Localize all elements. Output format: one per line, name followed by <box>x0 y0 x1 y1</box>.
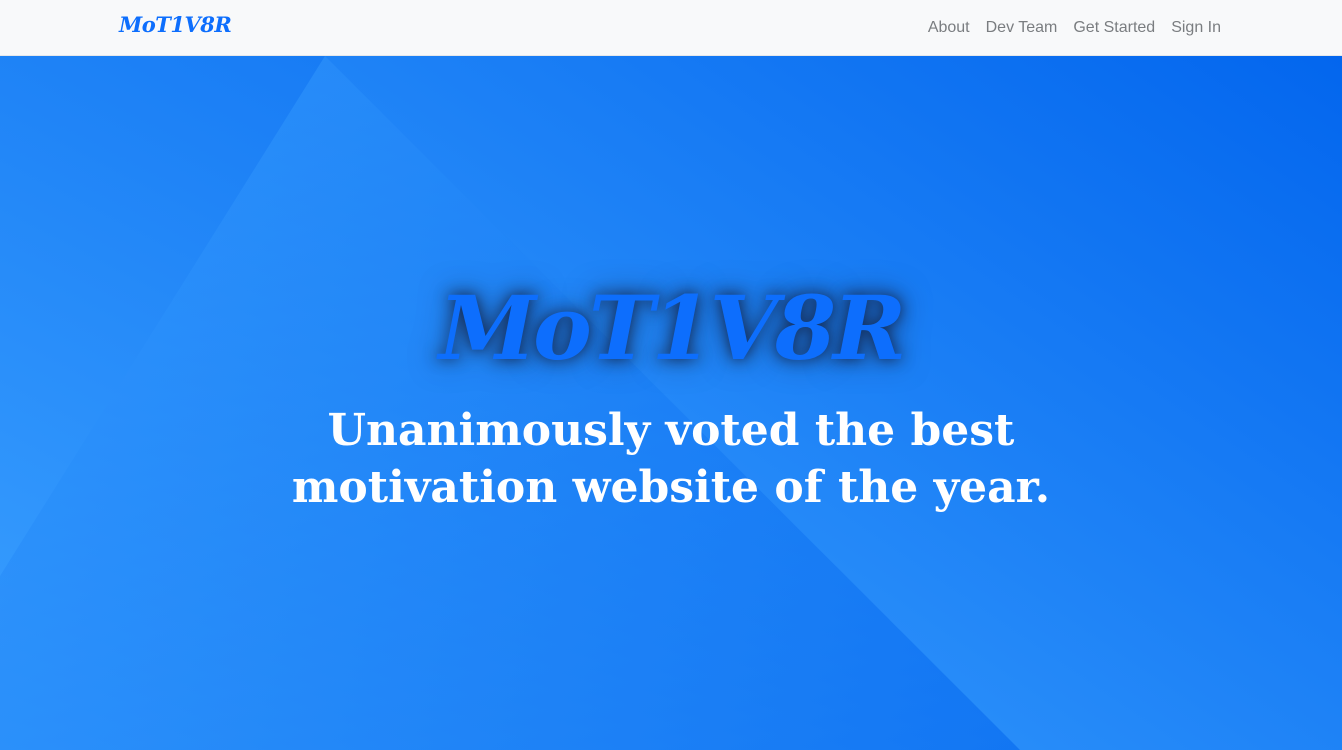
nav-links: About Dev Team Get Started Sign In <box>920 0 1221 56</box>
hero-tagline-line-2: motivation website of the year. <box>291 462 1051 513</box>
hero-tagline: Unanimously voted the best motivation we… <box>0 402 1342 516</box>
hero-tagline-line-1: Unanimously voted the best <box>327 405 1015 456</box>
nav-link-get-started[interactable]: Get Started <box>1065 19 1163 37</box>
hero-title: MoT1V8R <box>438 276 906 380</box>
top-navbar: MoT1V8R About Dev Team Get Started Sign … <box>0 0 1342 56</box>
nav-link-sign-in[interactable]: Sign In <box>1163 19 1221 37</box>
nav-link-dev-team[interactable]: Dev Team <box>978 19 1066 37</box>
brand-logo-link[interactable]: MoT1V8R <box>119 12 232 37</box>
nav-link-about[interactable]: About <box>920 19 978 37</box>
landing-page: MoT1V8R About Dev Team Get Started Sign … <box>0 0 1342 750</box>
hero-section: MoT1V8R Unanimously voted the best motiv… <box>0 56 1342 750</box>
